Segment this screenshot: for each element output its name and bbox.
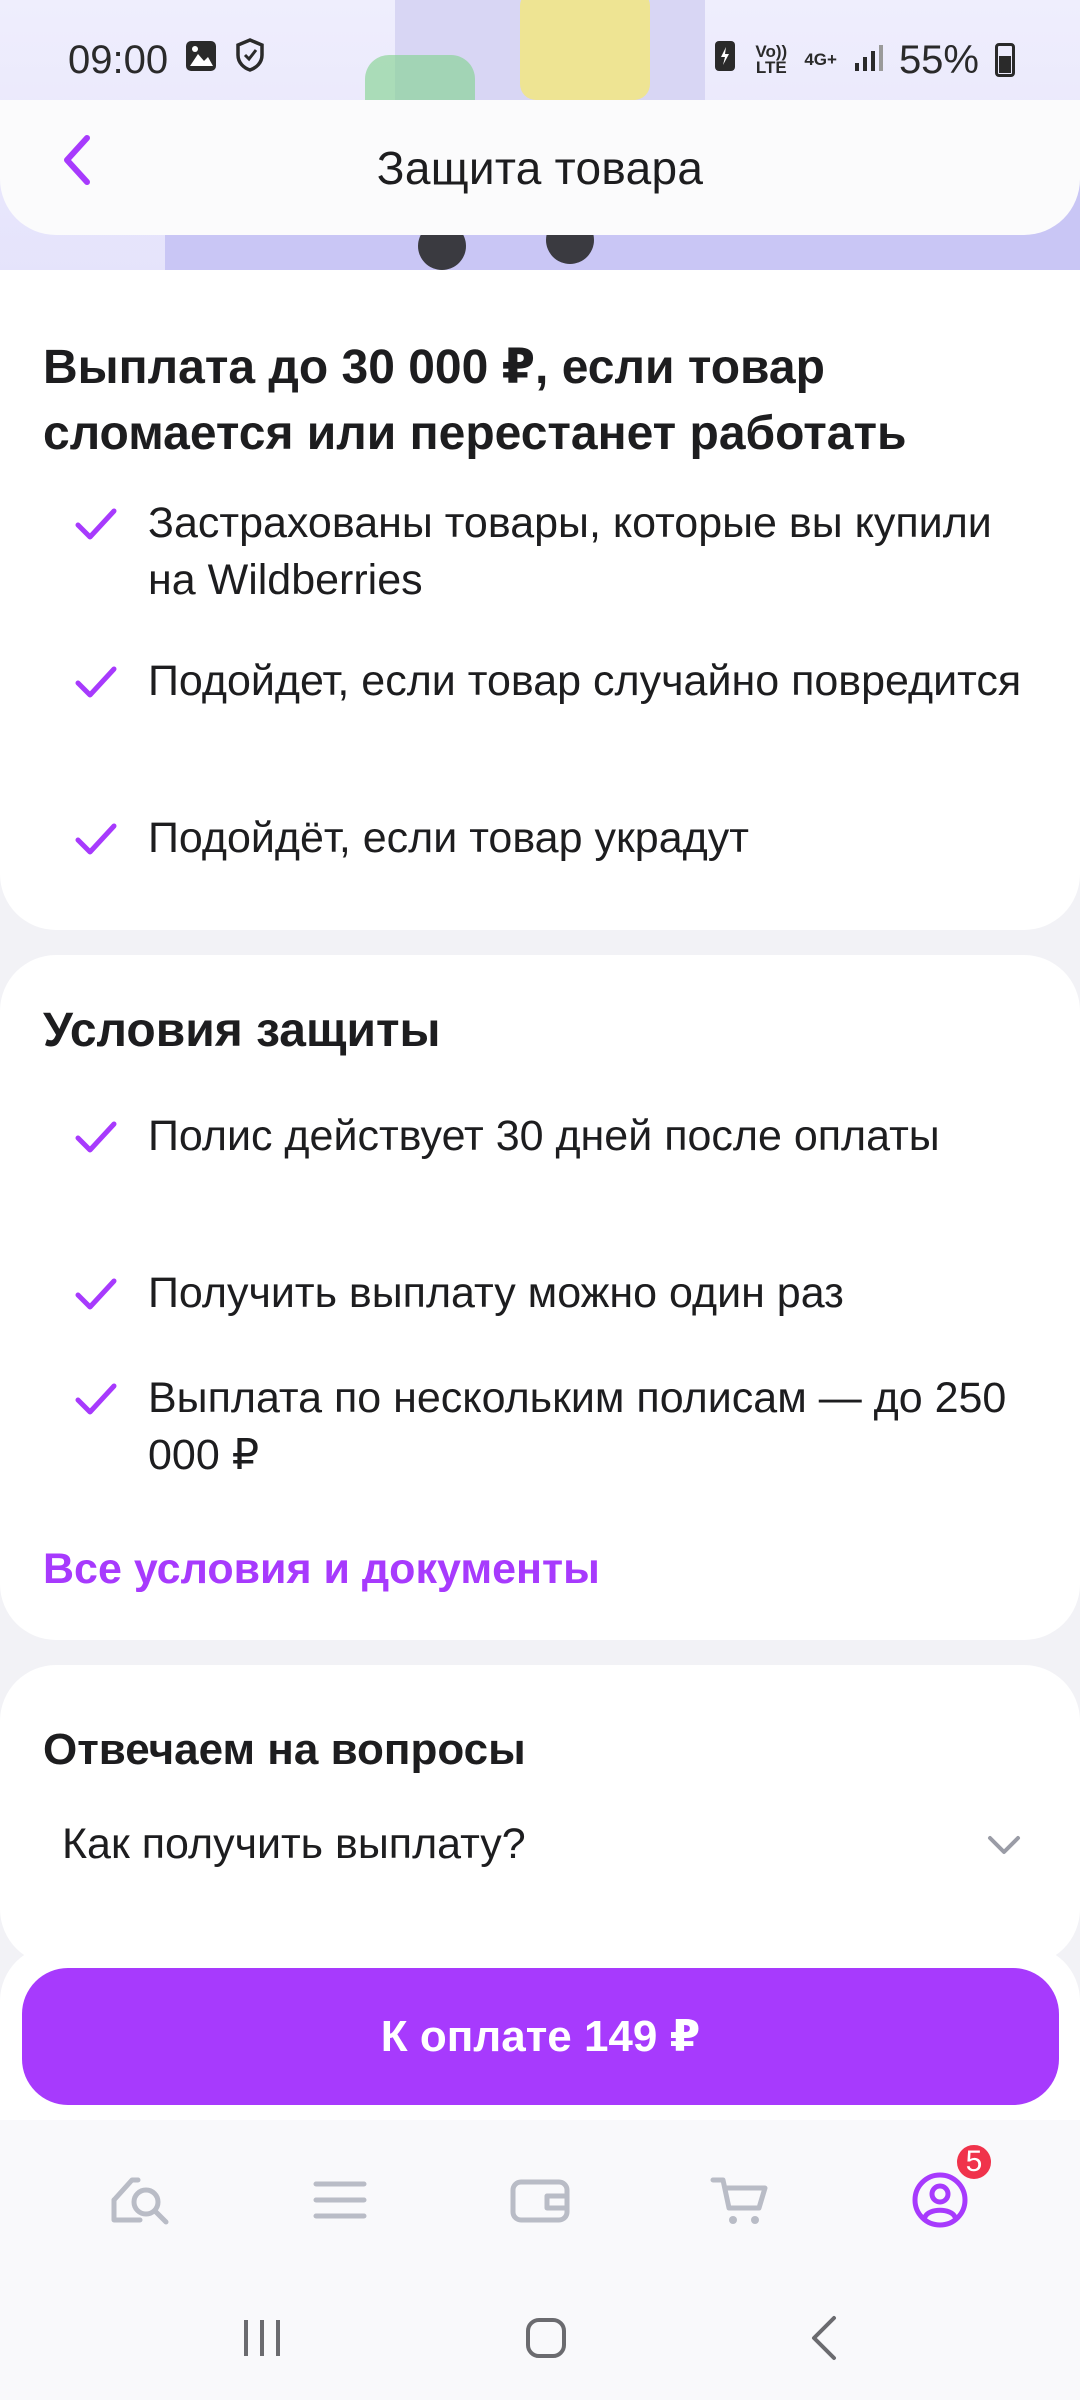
conditions-card: Условия защиты Полис действует 30 дней п… — [0, 955, 1080, 1640]
signal-icon — [853, 38, 883, 83]
list-item-text: Выплата по нескольким полисам — до 250 0… — [148, 1374, 1007, 1479]
profile-icon — [912, 2172, 968, 2228]
wallet-icon — [510, 2179, 570, 2223]
list-item-text: Полис действует 30 дней после оплаты — [148, 1112, 940, 1160]
check-icon — [75, 1383, 117, 1415]
nav-catalog[interactable] — [300, 2160, 380, 2240]
check-icon — [75, 1278, 117, 1310]
nav-profile[interactable]: 5 — [900, 2142, 994, 2240]
home-search-icon — [111, 2177, 169, 2225]
page-title: Защита товара — [376, 141, 704, 194]
benefits-title: Выплата до 30 000 ₽, если товар сломаетс… — [43, 341, 907, 460]
nav-cart[interactable] — [700, 2160, 780, 2240]
system-nav-bar — [0, 2280, 1080, 2400]
check-icon — [75, 823, 117, 855]
top-app-bar: Защита товара — [0, 100, 1080, 235]
check-icon — [75, 508, 117, 540]
cart-icon — [710, 2177, 768, 2224]
system-back-button[interactable] — [808, 2314, 840, 2367]
status-time: 09:00 — [68, 37, 169, 82]
security-shield-icon — [234, 37, 266, 83]
network-4g-indicator: 4G+ — [804, 50, 837, 69]
list-item-text: Застрахованы товары, которые вы купили н… — [148, 499, 992, 604]
battery-percent: 55% — [898, 37, 979, 82]
list-item: Получить выплату можно один раз — [74, 1265, 1034, 1322]
all-terms-link[interactable]: Все условия и документы — [43, 1545, 600, 1594]
back-chevron-icon — [812, 2315, 836, 2360]
conditions-title: Условия защиты — [43, 1004, 441, 1057]
battery-saver-icon — [712, 37, 738, 83]
faq-question: Как получить выплату? — [62, 1820, 526, 1868]
list-item: Подойдёт, если товар украдут — [74, 810, 1034, 867]
home-button[interactable] — [524, 2316, 568, 2365]
volte-indicator: Vo)) LTE — [755, 42, 788, 77]
list-item: Подойдет, если товар случайно повредится — [74, 653, 1034, 710]
notification-badge: 5 — [954, 2142, 994, 2182]
recents-icon — [244, 2319, 280, 2356]
menu-icon — [313, 2181, 367, 2219]
battery-icon — [995, 43, 1015, 77]
benefits-card: Выплата до 30 000 ₽, если товар сломаетс… — [0, 270, 1080, 930]
check-icon — [75, 1121, 117, 1153]
faq-question-row[interactable]: Как получить выплату? — [62, 1820, 1022, 1869]
nav-wallet[interactable] — [500, 2160, 580, 2240]
list-item: Выплата по нескольким полисам — до 250 0… — [74, 1370, 1034, 1484]
list-item-text: Получить выплату можно один раз — [148, 1269, 844, 1317]
list-item: Застрахованы товары, которые вы купили н… — [74, 495, 1034, 609]
chevron-left-icon — [64, 135, 90, 185]
screen: 09:00 Vo)) LTE 4G+ 55% Защита товара Вып… — [0, 0, 1080, 2400]
check-icon — [75, 666, 117, 698]
faq-card: Отвечаем на вопросы Как получить выплату… — [0, 1665, 1080, 1965]
list-item-text: Подойдет, если товар случайно повредится — [148, 657, 1022, 705]
nav-home[interactable] — [100, 2160, 180, 2240]
home-square-icon — [526, 2317, 566, 2358]
bottom-nav: 5 — [0, 2120, 1080, 2280]
back-button[interactable] — [45, 128, 109, 192]
pay-button[interactable]: К оплате 149 ₽ — [22, 1968, 1059, 2105]
faq-title: Отвечаем на вопросы — [43, 1725, 526, 1774]
gallery-icon — [184, 38, 218, 83]
list-item-text: Подойдёт, если товар украдут — [148, 814, 749, 862]
list-item: Полис действует 30 дней после оплаты — [74, 1108, 1034, 1165]
chevron-down-icon — [988, 1835, 1020, 1854]
recent-apps-button[interactable] — [240, 2318, 284, 2363]
